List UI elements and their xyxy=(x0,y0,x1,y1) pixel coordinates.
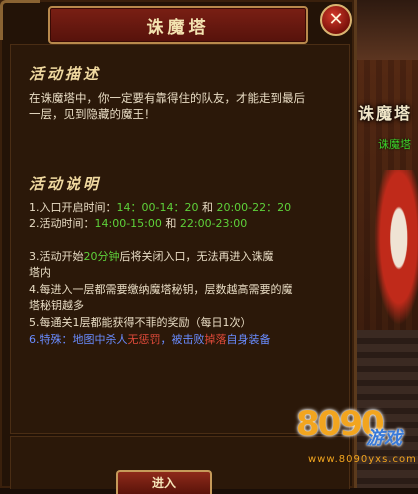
rule2-label: 2.活动时间： xyxy=(29,217,95,230)
rules-heading: 活动说明 xyxy=(29,175,102,193)
panel-title: 诛魔塔 xyxy=(146,18,210,38)
rule1-time2: 20:00-22：20 xyxy=(216,201,292,214)
rule-key-cost: 4.每进入一层都需要缴纳魔塔秘钥，层数越高需要的魔 xyxy=(29,283,293,296)
rule6-drop: 掉落 xyxy=(204,333,227,346)
description-line-2: 一层，见到隐藏的魔王！ xyxy=(29,107,156,121)
rule-special: 6.特殊：地图中杀人无惩罚，被击败掉落自身装备 xyxy=(29,332,339,348)
watermark-game: 游戏 xyxy=(366,428,402,449)
rule-reward: 5.每通关1层都能获得不菲的奖励（每日1次） xyxy=(29,316,252,329)
rule6-suffix: 自身装备 xyxy=(226,333,271,346)
rule2-and: 和 xyxy=(161,217,180,230)
description-heading: 活动描述 xyxy=(29,65,102,83)
rule3-continued: 塔内 xyxy=(29,266,51,279)
scene-banner: 诛魔塔 xyxy=(358,104,413,123)
rule4-continued: 塔秘钥越多 xyxy=(29,299,84,312)
rule6-no-penalty: 无惩罚 xyxy=(127,333,161,346)
rule6-label: 6.特殊：地图中杀人 xyxy=(29,333,128,346)
rule-close-entry: 3.活动开始20分钟后将关闭入口，无法再进入诛魔 xyxy=(29,249,339,265)
site-watermark: 8090 游戏 www.8090yxs.com xyxy=(296,404,418,488)
content-area: 活动描述 在诛魔塔中，你一定要有靠得住的队友，才能走到最后 一层，见到隐藏的魔王… xyxy=(10,44,350,434)
rule3-label: 3.活动开始 xyxy=(29,250,84,263)
enter-button[interactable]: 进入 xyxy=(116,470,212,494)
panel-corner-ornament xyxy=(0,0,40,40)
title-bar: 诛魔塔 xyxy=(48,6,308,44)
rule2-time1: 14:00-15:00 xyxy=(94,217,162,230)
rule1-time1: 14：00-14：20 xyxy=(116,201,199,214)
rule2-time2: 22:00-23:00 xyxy=(179,217,248,230)
close-button[interactable]: ✕ xyxy=(320,4,352,36)
rule-activity-time: 2.活动时间：14:00-15:00 和 22:00-23:00 xyxy=(29,216,339,232)
watermark-url: www.8090yxs.com xyxy=(308,454,417,465)
rule1-label: 1.入口开启时间： xyxy=(29,201,117,214)
rule3-text: 后将关闭入口，无法再进入诛魔 xyxy=(119,250,274,263)
rule3-minutes: 20分钟 xyxy=(83,250,120,263)
rule6-mid: ，被击败 xyxy=(160,333,205,346)
rule-entry-time: 1.入口开启时间：14：00-14：20 和 20:00-22：20 xyxy=(29,200,339,216)
npc-figure xyxy=(370,170,418,340)
rule1-and: 和 xyxy=(198,201,217,214)
description-line-1: 在诛魔塔中，你一定要有靠得住的队友，才能走到最后 xyxy=(29,91,305,105)
scene-npc-label: 诛魔塔 xyxy=(378,138,411,151)
